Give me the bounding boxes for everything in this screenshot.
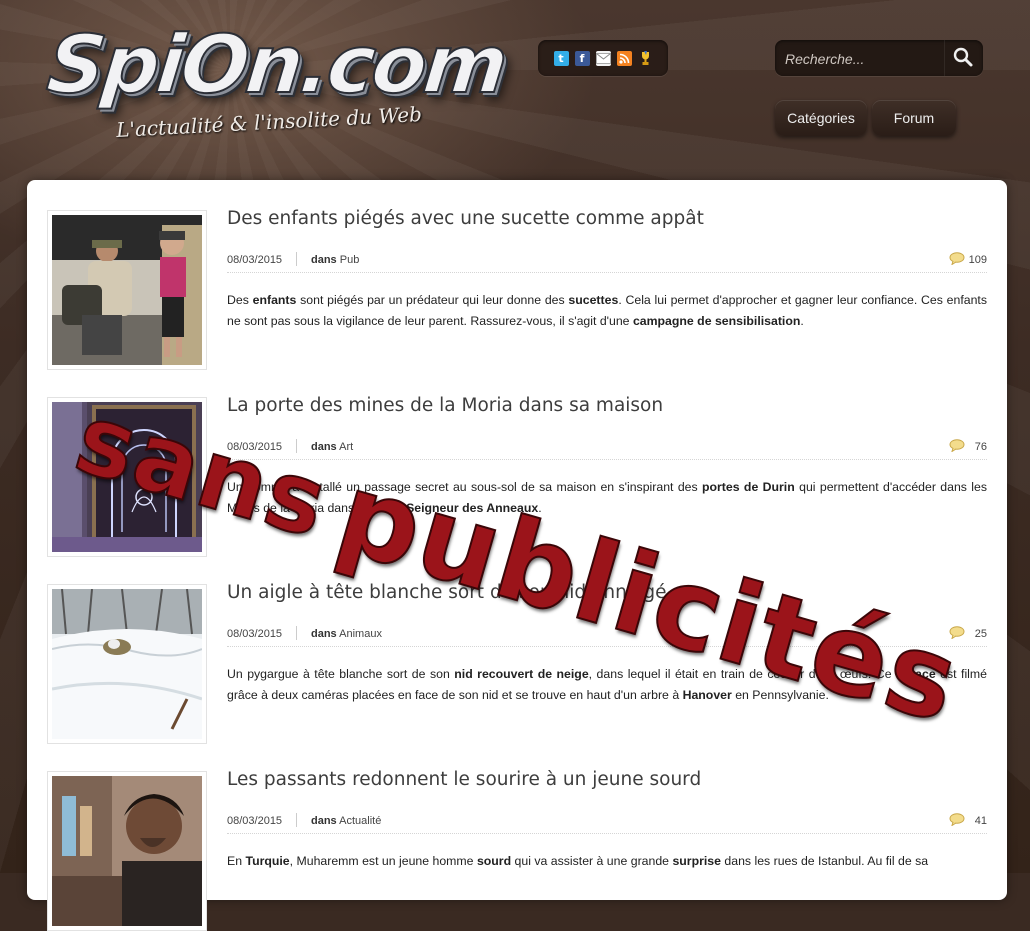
post-category: dans Art (311, 441, 353, 453)
post-item: Des enfants piégés avec une sucette comm… (27, 180, 1007, 370)
comment-count[interactable]: 76 (975, 441, 987, 453)
category-prefix: dans (311, 815, 337, 827)
excerpt-bold-text: campagne de sensibilisation (632, 314, 801, 328)
post-date: 08/03/2015 (227, 815, 283, 827)
comment-bubble-icon (949, 439, 965, 452)
category-link[interactable]: Pub (340, 254, 360, 266)
excerpt-text: en Pennsylvanie. (731, 688, 829, 702)
category-prefix: dans (311, 254, 337, 266)
search-input[interactable] (783, 46, 937, 72)
post-thumbnail[interactable] (47, 210, 207, 370)
post-date: 08/03/2015 (227, 254, 283, 266)
excerpt-bold-text: portes de Durin (702, 480, 795, 494)
post-title[interactable]: Des enfants piégés avec une sucette comm… (227, 208, 987, 229)
post-thumbnail[interactable] (47, 397, 207, 557)
post-item: Les passants redonnent le sourire à un j… (27, 741, 1007, 931)
post-date: 08/03/2015 (227, 628, 283, 640)
post-thumbnail[interactable] (47, 584, 207, 744)
post-image (52, 402, 202, 552)
twitter-icon[interactable]: t (553, 50, 569, 66)
logo-text: SpiOn.com (42, 17, 510, 112)
post-meta: 08/03/2015 dans Pub 109 (227, 252, 987, 273)
post-item: La porte des mines de la Moria dans sa m… (27, 367, 1007, 557)
excerpt-bold-text: Seigneur des Anneaux (406, 501, 539, 515)
post-item: Un aigle à tête blanche sort de son nid … (27, 554, 1007, 744)
comment-bubble-icon (949, 626, 965, 639)
excerpt-bold-text: Turquie (245, 854, 290, 868)
email-icon[interactable] (595, 50, 611, 66)
excerpt-bold-text: Hanover (682, 688, 732, 702)
trophy-icon[interactable] (638, 50, 653, 66)
nav-forum-button[interactable]: Forum (872, 100, 956, 136)
comment-count[interactable]: 41 (975, 815, 987, 827)
excerpt-bold-text: sourd (476, 854, 512, 868)
excerpt-text: Un pygargue à tête blanche sort de son (227, 667, 455, 681)
post-title[interactable]: La porte des mines de la Moria dans sa m… (227, 395, 987, 416)
nav-categories-button[interactable]: Catégories (775, 100, 867, 136)
meta-separator (296, 813, 297, 827)
excerpt-bold-text: enfants (252, 293, 297, 307)
comment-bubble-icon (949, 813, 965, 826)
category-link[interactable]: Art (339, 441, 353, 453)
facebook-icon[interactable]: f (574, 50, 590, 66)
category-link[interactable]: Animaux (339, 628, 382, 640)
excerpt-bold-text: rapace (896, 667, 936, 681)
post-excerpt: Des enfants sont piégés par un prédateur… (227, 290, 987, 332)
post-excerpt: Un pygargue à tête blanche sort de son n… (227, 664, 987, 706)
post-image (52, 589, 202, 739)
site-logo[interactable]: SpiOn.com L'actualité & l'insolite du We… (42, 17, 510, 148)
post-image (52, 215, 202, 365)
category-prefix: dans (311, 441, 337, 453)
comment-count[interactable]: 109 (969, 254, 987, 266)
post-thumbnail[interactable] (47, 771, 207, 931)
search-icon (953, 47, 973, 67)
meta-separator (296, 252, 297, 266)
post-excerpt: Un homme a installé un passage secret au… (227, 477, 987, 519)
main-content: Des enfants piégés avec une sucette comm… (27, 180, 1007, 931)
post-date: 08/03/2015 (227, 441, 283, 453)
search-button[interactable] (944, 40, 983, 76)
excerpt-text: , Muharemm est un jeune homme (289, 854, 477, 868)
post-meta: 08/03/2015 dans Actualité 41 (227, 813, 987, 834)
post-category: dans Animaux (311, 628, 382, 640)
category-prefix: dans (311, 628, 337, 640)
excerpt-text: qui va assister à une grande (511, 854, 673, 868)
excerpt-bold-text: nid recouvert de neige (454, 667, 589, 681)
rss-icon[interactable] (616, 50, 632, 66)
excerpt-bold-text: sucettes (568, 293, 619, 307)
excerpt-text: Un homme a installé un passage secret au… (227, 480, 702, 494)
post-title[interactable]: Les passants redonnent le sourire à un j… (227, 769, 987, 790)
excerpt-text: sont piégés par un prédateur qui leur do… (296, 293, 569, 307)
meta-separator (296, 626, 297, 640)
category-link[interactable]: Actualité (339, 815, 381, 827)
post-image (52, 776, 202, 926)
search-box (775, 40, 983, 76)
meta-separator (296, 439, 297, 453)
post-category: dans Pub (311, 254, 359, 266)
post-meta: 08/03/2015 dans Art 76 (227, 439, 987, 460)
excerpt-text: dans les rues de Istanbul. Au fil de sa (720, 854, 929, 868)
excerpt-text: , dans lequel il était en train de couve… (588, 667, 897, 681)
excerpt-text: Des (227, 293, 253, 307)
post-excerpt: En Turquie, Muharemm est un jeune homme … (227, 851, 987, 872)
site-header: SpiOn.com L'actualité & l'insolite du We… (0, 0, 1030, 180)
post-category: dans Actualité (311, 815, 381, 827)
excerpt-bold-text: surprise (672, 854, 721, 868)
excerpt-text: En (227, 854, 246, 868)
social-links: t f (538, 40, 668, 76)
comment-bubble-icon (949, 252, 965, 265)
post-meta: 08/03/2015 dans Animaux 25 (227, 626, 987, 647)
excerpt-text: . (800, 314, 804, 328)
comment-count[interactable]: 25 (975, 628, 987, 640)
post-title[interactable]: Un aigle à tête blanche sort de son nid … (227, 582, 987, 603)
excerpt-text: . (538, 501, 542, 515)
